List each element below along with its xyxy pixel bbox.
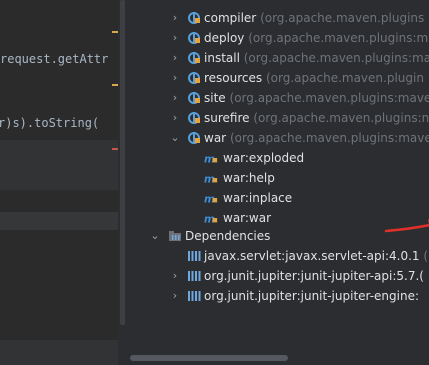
maven-plugin-icon [188, 92, 200, 104]
maven-goal-icon: m [204, 213, 218, 225]
maven-goal-icon: m [204, 153, 218, 165]
maven-plugin-icon [188, 32, 200, 44]
editor-band [0, 190, 118, 212]
chevron-right-icon[interactable]: › [170, 8, 180, 28]
plugin-name: resources [204, 71, 263, 85]
dependencies-folder-icon [169, 231, 181, 241]
library-icon [188, 251, 201, 261]
chevron-right-icon[interactable]: › [170, 68, 180, 88]
plugin-group: (org.apache.maven.plugins [260, 11, 425, 25]
maven-goal-icon: m [204, 173, 218, 185]
plugin-name: install [204, 51, 240, 65]
code-text: r)s).toString( [0, 116, 100, 130]
library-icon [188, 291, 201, 301]
maven-plugin-icon [188, 132, 200, 144]
chevron-right-icon[interactable]: › [170, 48, 180, 68]
plugin-group: (org.apache.maven.plugins:m [248, 31, 429, 45]
plugin-group: (org.apache.maven.plugin [265, 71, 424, 85]
maven-goal-icon: m [204, 193, 218, 205]
plugin-name: site [204, 91, 226, 105]
dependency-name: javax.servlet:javax.servlet-api:4.0.1 [204, 249, 420, 263]
library-icon [188, 271, 201, 281]
goal-label: war:war [223, 211, 272, 225]
maven-plugin-icon [188, 112, 200, 124]
plugin-name: deploy [204, 31, 245, 45]
plugin-name: war [204, 131, 227, 145]
dependencies-label: Dependencies [185, 229, 271, 243]
chevron-right-icon[interactable]: › [170, 88, 180, 108]
plugin-group: (org.apache.maven.plugins:ma [243, 51, 429, 65]
maven-tool-window[interactable]: › compiler (org.apache.maven.plugins › d… [128, 0, 429, 365]
maven-plugin-icon [188, 72, 200, 84]
chevron-right-icon[interactable]: › [170, 266, 180, 286]
editor-band [0, 340, 118, 365]
plugin-name: compiler [204, 11, 257, 25]
goal-label: war:exploded [223, 151, 305, 165]
editor-band [0, 212, 118, 230]
tree-horizontal-scrollbar[interactable] [128, 353, 429, 362]
dependency-name: org.junit.jupiter:junit-jupiter-api:5.7.… [204, 269, 424, 283]
scrollbar-thumb[interactable] [130, 355, 288, 361]
annotation-arrow [384, 219, 429, 233]
plugin-group: (org.apache.maven.plugins:mave [229, 131, 429, 145]
plugin-group: (org.apache.maven.plugins:mave [229, 91, 429, 105]
chevron-right-icon[interactable]: › [170, 28, 180, 48]
editor-scrollbar[interactable] [118, 0, 128, 365]
plugin-group: (org.apache.maven.plugins:n [253, 111, 429, 125]
editor-band [0, 230, 118, 340]
editor-band [0, 140, 118, 190]
plugin-name: surefire [204, 111, 250, 125]
code-text: request.getAttr [0, 52, 109, 66]
goal-label: war:help [223, 171, 275, 185]
dependency-name: org.junit.jupiter:junit-jupiter-engine: [204, 289, 419, 303]
code-editor[interactable]: request.getAttr r)s).toString( [0, 0, 118, 365]
dependency-scope: (p [423, 249, 429, 263]
code-line[interactable]: r)s).toString( [0, 116, 99, 130]
goal-label: war:inplace [223, 191, 293, 205]
code-line[interactable]: request.getAttr [0, 52, 108, 66]
scrollbar-thumb[interactable] [120, 0, 125, 325]
chevron-down-icon[interactable]: ⌄ [150, 226, 160, 246]
chevron-down-icon[interactable]: ⌄ [170, 128, 180, 148]
maven-plugin-icon [188, 52, 200, 64]
chevron-right-icon[interactable]: › [170, 286, 180, 306]
maven-plugin-icon [188, 12, 200, 24]
chevron-right-icon[interactable]: › [170, 108, 180, 128]
